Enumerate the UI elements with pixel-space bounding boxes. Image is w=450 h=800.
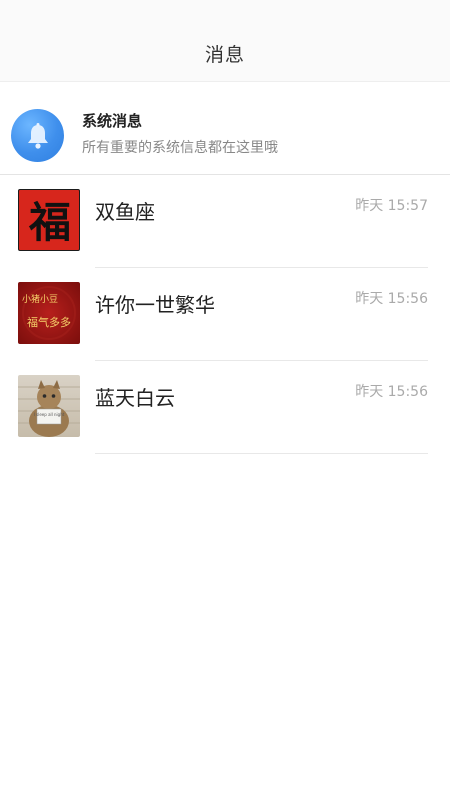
bell-icon xyxy=(27,122,48,149)
chat-list: 福 双鱼座 昨天 15:57 小猪小豆 福气多多 许你一世繁华 昨天 15:56 xyxy=(0,175,450,454)
avatar-calligraphy: 福 xyxy=(28,198,71,247)
system-message-row[interactable]: 系统消息 所有重要的系统信息都在这里哦 xyxy=(0,96,450,174)
chat-item[interactable]: I sleep all night 蓝天白云 昨天 15:56 xyxy=(0,361,450,454)
chat-time: 昨天 15:57 xyxy=(355,198,428,214)
page-title: 消息 xyxy=(204,44,245,66)
chat-item[interactable]: 小猪小豆 福气多多 许你一世繁华 昨天 15:56 xyxy=(0,268,450,361)
chat-avatar: I sleep all night xyxy=(18,375,80,437)
system-message-description: 所有重要的系统信息都在这里哦 xyxy=(82,140,278,156)
system-message-avatar xyxy=(11,109,64,162)
chat-avatar: 福 xyxy=(18,189,80,251)
chat-avatar: 小猪小豆 福气多多 xyxy=(18,282,80,344)
avatar-text-top: 小猪小豆 xyxy=(22,293,58,305)
divider xyxy=(95,453,428,454)
chat-time: 昨天 15:56 xyxy=(355,384,428,400)
cat-photo: I sleep all night xyxy=(18,380,80,437)
chat-name: 蓝天白云 xyxy=(95,386,175,410)
sign-text: I sleep all night xyxy=(34,412,65,417)
chat-time: 昨天 15:56 xyxy=(355,291,428,307)
system-message-title: 系统消息 xyxy=(82,112,143,130)
chat-name: 许你一世繁华 xyxy=(95,293,215,317)
avatar-text-bottom: 福气多多 xyxy=(27,315,71,329)
chat-name: 双鱼座 xyxy=(95,200,155,224)
header: 消息 xyxy=(0,0,450,82)
chat-item[interactable]: 福 双鱼座 昨天 15:57 xyxy=(0,175,450,268)
